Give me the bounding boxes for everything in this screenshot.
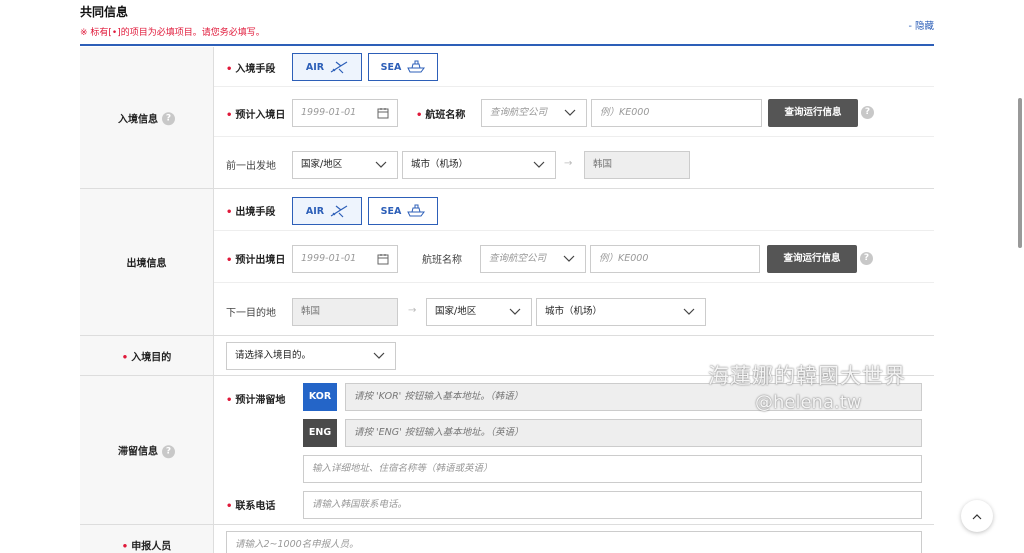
exit-flight-input[interactable]: 例）KE000 (590, 245, 760, 273)
chevron-up-icon (972, 513, 982, 519)
entry-sea-button[interactable]: SEA (368, 53, 438, 81)
reporter-label: 申报人员 (131, 541, 172, 553)
eng-address-button[interactable]: ENG (303, 419, 337, 447)
watermark-title: 海蓮娜的韓國大世界 (708, 364, 906, 388)
entry-air-button[interactable]: AIR (292, 53, 362, 81)
kor-address-button[interactable]: KOR (303, 383, 337, 411)
chevron-down-icon (533, 161, 545, 168)
eng-address-field: 请按 'ENG' 按钮输入基本地址。（英语） (345, 419, 922, 447)
exit-means-row: • 出境手段 AIR SEA (214, 189, 934, 231)
entry-query-button[interactable]: 查询运行信息 (768, 99, 858, 127)
arrow-right-icon: → (564, 158, 573, 169)
section-header: 共同信息 ※ 标有[•]的项目为必填项目。请您务必填写。 - 隐藏 (80, 0, 934, 46)
exit-date-row: • 预计出境日 1999-01-01 航班名称 查询航空公司 例）KE000 查询… (214, 231, 934, 283)
chevron-down-icon (564, 109, 576, 116)
airplane-icon (330, 205, 348, 218)
exit-country-select[interactable]: 国家/地区 (426, 298, 532, 326)
exit-next-row: 下一目的地 韩国 → 国家/地区 城市（机场） (214, 283, 934, 336)
ship-icon (407, 60, 426, 73)
exit-next-label: 下一目的地 (226, 308, 276, 319)
entry-city-select[interactable]: 城市（机场） (402, 151, 556, 179)
purpose-select[interactable]: 请选择入境目的。 (226, 342, 396, 370)
exit-sea-button[interactable]: SEA (368, 197, 438, 225)
watermark-handle: @helena.tw (755, 392, 862, 413)
exit-origin-field: 韩国 (292, 298, 398, 326)
entry-country-select[interactable]: 国家/地区 (292, 151, 398, 179)
help-icon[interactable]: ? (861, 106, 874, 119)
ship-icon (407, 204, 426, 217)
stay-addr-label: 预计滞留地 (235, 395, 286, 406)
reporter-section: • 申报人员 请输入2~1000名申报人员。 (80, 525, 934, 553)
entry-info-section: 入境信息? • 入境手段 AIR SEA • 预计入境日 1999-01-01 • 航… (80, 47, 934, 189)
help-icon[interactable]: ? (162, 444, 175, 458)
chevron-down-icon (509, 308, 521, 315)
chevron-down-icon (375, 161, 387, 168)
scrollbar[interactable] (1018, 98, 1022, 248)
chevron-down-icon (563, 255, 575, 262)
entry-airline-select[interactable]: 查询航空公司 (481, 99, 587, 127)
exit-air-button[interactable]: AIR (292, 197, 362, 225)
airplane-icon (330, 61, 348, 74)
scroll-to-top-button[interactable] (961, 500, 993, 532)
entry-flight-label: 航班名称 (425, 110, 466, 121)
reporter-input[interactable]: 请输入2~1000名申报人员。 (226, 531, 922, 553)
help-icon[interactable]: ? (162, 112, 175, 126)
stay-phone-label: 联系电话 (235, 501, 276, 512)
calendar-icon[interactable] (377, 253, 389, 265)
exit-date-label: 预计出境日 (235, 255, 286, 266)
exit-city-select[interactable]: 城市（机场） (536, 298, 706, 326)
entry-date-label: 预计入境日 (235, 110, 286, 121)
phone-input[interactable]: 请输入韩国联系电话。 (303, 491, 922, 519)
entry-flight-input[interactable]: 例）KE000 (591, 99, 762, 127)
page-title: 共同信息 (80, 5, 129, 19)
chevron-down-icon (373, 352, 385, 359)
entry-date-input[interactable]: 1999-01-01 (292, 99, 398, 127)
stay-info-label: 滞留信息 (118, 446, 158, 458)
hide-link[interactable]: - 隐藏 (909, 18, 934, 32)
exit-flight-label: 航班名称 (422, 255, 462, 266)
exit-means-label: 出境手段 (235, 207, 276, 218)
entry-means-row: • 入境手段 AIR SEA (214, 47, 934, 87)
calendar-icon[interactable] (377, 107, 389, 119)
entry-origin-row: 前一出发地 国家/地区 城市（机场） → 韩国 (214, 137, 934, 189)
required-notice: ※ 标有[•]的项目为必填项目。请您务必填写。 (80, 28, 265, 38)
exit-query-button[interactable]: 查询运行信息 (767, 245, 857, 273)
detail-address-input[interactable]: 输入详细地址、住宿名称等（韩语或英语） (303, 455, 922, 483)
chevron-down-icon (683, 308, 695, 315)
entry-date-row: • 预计入境日 1999-01-01 • 航班名称 查询航空公司 例）KE000 查… (214, 87, 934, 137)
entry-info-label: 入境信息 (118, 113, 158, 125)
exit-date-input[interactable]: 1999-01-01 (292, 245, 398, 273)
exit-info-section: 出境信息 • 出境手段 AIR SEA • 预计出境日 1999-01-01 航班名… (80, 189, 934, 336)
entry-means-label: 入境手段 (235, 64, 276, 75)
help-icon[interactable]: ? (860, 252, 873, 265)
entry-origin-label: 前一出发地 (226, 161, 276, 172)
common-info-form: 入境信息? • 入境手段 AIR SEA • 预计入境日 1999-01-01 • 航… (80, 47, 934, 553)
arrow-right-icon: → (408, 305, 417, 316)
purpose-label: 入境目的 (131, 352, 172, 363)
exit-airline-select[interactable]: 查询航空公司 (480, 245, 586, 273)
exit-info-label: 出境信息 (126, 258, 167, 270)
entry-dest-field: 韩国 (584, 151, 690, 179)
